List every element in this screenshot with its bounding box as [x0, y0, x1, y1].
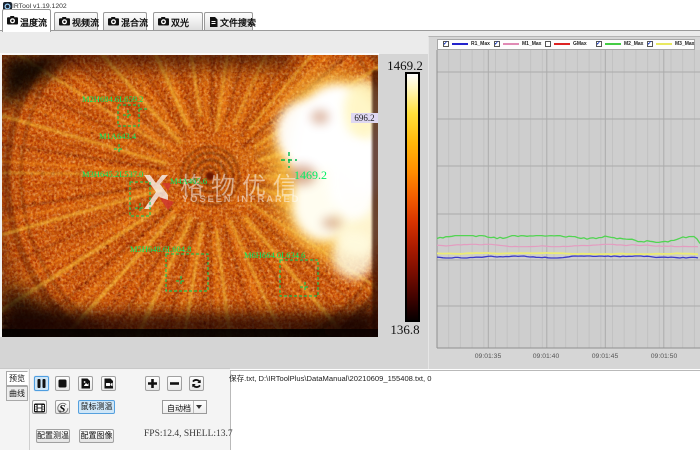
- svg-text:S: S: [59, 403, 65, 414]
